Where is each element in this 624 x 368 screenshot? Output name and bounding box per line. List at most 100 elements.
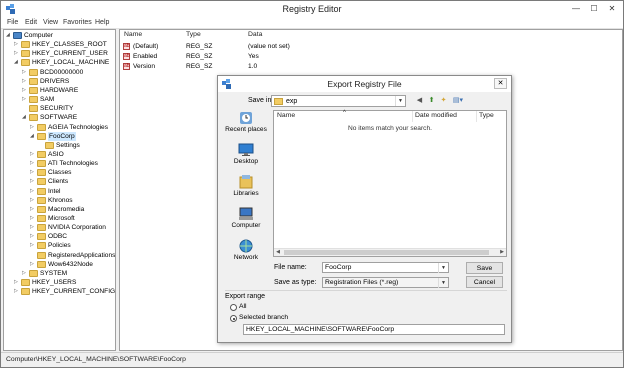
tree-node-label: Settings	[56, 141, 80, 149]
collapsed-arrow-icon[interactable]: ▷	[22, 68, 28, 77]
new-folder-icon[interactable]: ✦	[438, 95, 449, 106]
tree-node-label: HKEY_LOCAL_MACHINE	[32, 59, 110, 67]
expanded-arrow-icon[interactable]: ◢	[14, 58, 20, 67]
menu-view[interactable]: View	[43, 19, 58, 26]
selected-branch-radio[interactable]	[230, 315, 237, 322]
folder-icon	[21, 50, 30, 58]
collapsed-arrow-icon[interactable]: ▷	[14, 287, 20, 296]
tree-node-label: HARDWARE	[40, 86, 79, 94]
save-in-dropdown[interactable]: exp ▼	[271, 95, 406, 107]
expanded-arrow-icon[interactable]: ◢	[22, 113, 28, 122]
tree-node-label: BCD00000000	[40, 68, 84, 76]
minimize-button[interactable]: —	[569, 3, 583, 14]
dialog-title-bar[interactable]: Export Registry File ✕	[218, 76, 511, 92]
folder-icon	[37, 187, 46, 195]
menu-favorites[interactable]: Favorites	[63, 19, 92, 26]
folder-icon	[37, 123, 46, 131]
string-value-icon: ab	[123, 43, 130, 50]
value-row[interactable]: ab (Default) REG_SZ (value not set)	[123, 42, 323, 51]
value-row[interactable]: ab Version REG_SZ 1.0	[123, 62, 323, 71]
collapsed-arrow-icon[interactable]: ▷	[30, 214, 36, 223]
computer-icon	[13, 32, 22, 39]
empty-message: No items match your search.	[348, 125, 432, 132]
collapsed-arrow-icon[interactable]: ▷	[22, 95, 28, 104]
collapsed-arrow-icon[interactable]: ▷	[30, 196, 36, 205]
collapsed-arrow-icon[interactable]: ▷	[30, 123, 36, 132]
collapsed-arrow-icon[interactable]: ▷	[30, 150, 36, 159]
collapsed-arrow-icon[interactable]: ▷	[30, 260, 36, 269]
place-recent[interactable]: Recent places	[221, 111, 271, 141]
save-as-type-dropdown[interactable]: Registration Files (*.reg) ▼	[322, 277, 449, 288]
cancel-button[interactable]: Cancel	[466, 276, 503, 288]
branch-path-input[interactable]: HKEY_LOCAL_MACHINE\SOFTWARE\FooCorp	[243, 324, 505, 335]
collapsed-arrow-icon[interactable]: ▷	[22, 269, 28, 278]
scroll-left-icon[interactable]: ◀	[274, 249, 282, 256]
menu-help[interactable]: Help	[95, 19, 109, 26]
scrollbar-thumb[interactable]	[284, 250, 489, 255]
column-header-date-modified[interactable]: Date modified	[415, 112, 457, 119]
column-header-name[interactable]: Name	[277, 112, 295, 119]
folder-icon	[37, 251, 46, 259]
chevron-down-icon: ▼	[395, 96, 405, 106]
place-computer[interactable]: Computer	[221, 207, 271, 237]
all-radio[interactable]	[230, 304, 237, 311]
expanded-arrow-icon[interactable]: ◢	[6, 31, 12, 40]
collapsed-arrow-icon[interactable]: ▷	[30, 241, 36, 250]
column-header-name[interactable]: Name	[124, 31, 142, 41]
dialog-close-button[interactable]: ✕	[494, 78, 507, 89]
column-divider[interactable]	[476, 111, 477, 122]
menu-file[interactable]: File	[7, 19, 18, 26]
column-header-type[interactable]: Type	[479, 112, 494, 119]
collapsed-arrow-icon[interactable]: ▷	[30, 187, 36, 196]
collapsed-arrow-icon[interactable]: ▷	[30, 223, 36, 232]
column-divider[interactable]	[412, 111, 413, 122]
close-button[interactable]: ✕	[605, 3, 619, 14]
up-folder-icon[interactable]: ⬆	[426, 95, 437, 106]
collapsed-arrow-icon[interactable]: ▷	[14, 278, 20, 287]
network-icon	[239, 239, 253, 253]
folder-icon	[29, 105, 38, 113]
collapsed-arrow-icon[interactable]: ▷	[30, 177, 36, 186]
place-libraries[interactable]: Libraries	[221, 175, 271, 205]
tree-node-label: HKEY_CURRENT_CONFIG	[32, 288, 116, 296]
collapsed-arrow-icon[interactable]: ▷	[14, 49, 20, 58]
title-bar[interactable]: Registry Editor — ☐ ✕	[1, 1, 623, 18]
collapsed-arrow-icon[interactable]: ▷	[22, 86, 28, 95]
column-header-data[interactable]: Data	[248, 31, 262, 41]
place-desktop[interactable]: Desktop	[221, 143, 271, 173]
collapsed-arrow-icon[interactable]: ▷	[22, 77, 28, 86]
folder-icon	[29, 114, 38, 122]
file-name-input[interactable]: FooCorp ▼	[322, 262, 449, 273]
collapsed-arrow-icon[interactable]: ▷	[30, 205, 36, 214]
save-button[interactable]: Save	[466, 262, 503, 274]
menu-edit[interactable]: Edit	[25, 19, 37, 26]
view-menu-icon[interactable]: ▤▾	[451, 95, 465, 106]
expanded-arrow-icon[interactable]: ◢	[30, 132, 36, 141]
tree-node-label: SAM	[40, 96, 55, 104]
place-label: Computer	[231, 222, 261, 229]
column-header-type[interactable]: Type	[186, 31, 201, 41]
scroll-right-icon[interactable]: ▶	[498, 249, 506, 256]
save-as-type-label: Save as type:	[274, 279, 317, 286]
collapsed-arrow-icon[interactable]: ▷	[14, 40, 20, 49]
file-list[interactable]: Name ^ Date modified Type No items match…	[273, 110, 507, 257]
tree-node-label: Khronos	[48, 196, 73, 204]
save-in-value: exp	[286, 98, 298, 105]
value-data: (value not set)	[248, 43, 290, 50]
value-row[interactable]: ab Enabled REG_SZ Yes	[123, 52, 323, 61]
back-icon[interactable]: ◀	[414, 95, 425, 106]
menu-bar: File Edit View Favorites Help	[1, 18, 623, 29]
registry-tree[interactable]: ◢ Computer ▷ HKEY_CLASSES_ROOT ▷ HKEY_CURRENT…	[3, 29, 116, 351]
collapsed-arrow-icon[interactable]: ▷	[30, 232, 36, 241]
maximize-button[interactable]: ☐	[587, 3, 601, 14]
horizontal-scrollbar[interactable]: ◀ ▶	[274, 248, 506, 256]
place-network[interactable]: Network	[221, 239, 271, 269]
collapsed-arrow-icon[interactable]: ▷	[30, 168, 36, 177]
folder-icon	[274, 98, 283, 105]
folder-icon	[37, 169, 46, 177]
tree-node-label: SOFTWARE	[40, 114, 78, 122]
folder-icon	[29, 269, 38, 277]
collapsed-arrow-icon[interactable]: ▷	[30, 159, 36, 168]
tree-node-label: SYSTEM	[40, 269, 68, 277]
export-range-group: Export range All Selected branch HKEY_LO…	[225, 290, 507, 337]
